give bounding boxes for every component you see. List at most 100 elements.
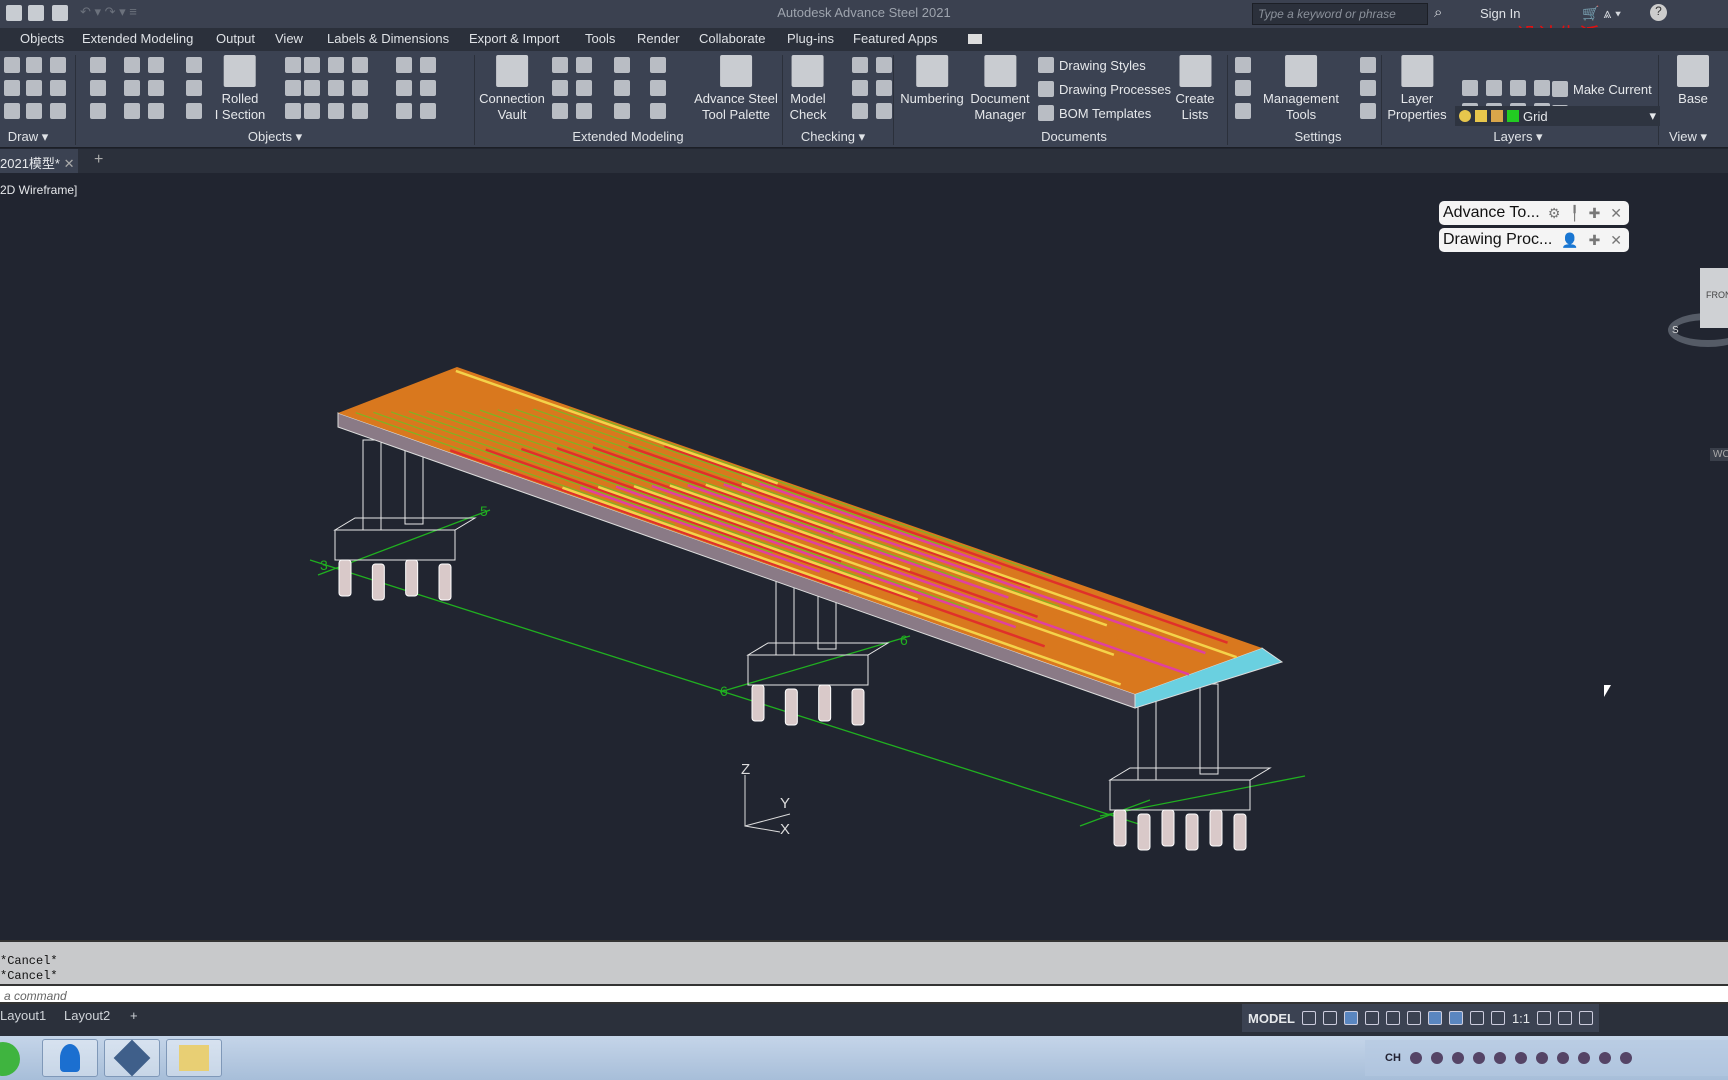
tool-icon[interactable] [50, 103, 66, 119]
tool-icon[interactable] [576, 80, 592, 96]
tab-labels-dimensions[interactable]: Labels & Dimensions [327, 31, 449, 46]
document-manager-button[interactable]: Document Manager [970, 55, 1030, 123]
tool-icon[interactable] [148, 103, 164, 119]
tool-icon[interactable] [148, 57, 164, 73]
tool-icon[interactable] [852, 80, 868, 96]
wcs-menu[interactable]: WC [1710, 448, 1728, 461]
help-icon[interactable]: ? [1650, 4, 1667, 21]
network-icon[interactable] [1619, 1052, 1632, 1064]
tool-icon[interactable] [90, 80, 106, 96]
tab-layout2[interactable]: Layout2 [64, 1008, 110, 1023]
model-check-button[interactable]: Model Check [790, 55, 826, 123]
tool-icon[interactable] [186, 57, 202, 73]
panel-label[interactable]: Objects ▾ [248, 129, 302, 145]
tool-icon[interactable] [285, 80, 301, 96]
start-button[interactable] [0, 1042, 20, 1076]
new-tab-button[interactable]: + [94, 151, 103, 169]
model-space-button[interactable]: MODEL [1248, 1011, 1295, 1026]
tool-icon[interactable] [396, 80, 412, 96]
tool-icon[interactable] [614, 57, 630, 73]
annotation-scale-icon[interactable] [1490, 1011, 1505, 1025]
panel-label[interactable]: Settings [1295, 129, 1342, 144]
qq-icon[interactable] [1535, 1052, 1548, 1064]
isodraft-icon[interactable] [1385, 1011, 1400, 1025]
taskbar-file-explorer[interactable] [166, 1039, 222, 1077]
visual-style-label[interactable]: 2D Wireframe] [0, 183, 77, 197]
drawing-viewport[interactable]: 5 3 6 6 Z YX 2D Wireframe] Advance To... ⚙ ╿ ✚… [0, 173, 1728, 940]
tool-icon[interactable] [396, 103, 412, 119]
help-tray-icon[interactable] [1451, 1052, 1464, 1064]
volume-icon[interactable] [1598, 1052, 1611, 1064]
auto-scale-icon[interactable] [1469, 1011, 1484, 1025]
command-input[interactable]: a command [0, 984, 1728, 1004]
tab-render[interactable]: Render [637, 31, 680, 46]
panel-label[interactable]: Documents [1041, 129, 1107, 144]
tool-icon[interactable] [186, 80, 202, 96]
tool-icon[interactable] [328, 80, 344, 96]
search-input[interactable]: Type a keyword or phrase [1252, 3, 1428, 25]
tab-tools[interactable]: Tools [585, 31, 615, 46]
tool-icon[interactable] [650, 80, 666, 96]
tray-icon[interactable] [1577, 1052, 1590, 1064]
tool-icon[interactable] [352, 57, 368, 73]
management-tools-button[interactable]: Management Tools [1263, 55, 1339, 123]
tab-layout1[interactable]: Layout1 [0, 1008, 46, 1023]
grid-toggle-icon[interactable] [1301, 1011, 1316, 1025]
tool-icon[interactable] [1510, 80, 1526, 96]
make-current-button[interactable]: Make Current [1552, 81, 1652, 97]
numbering-button[interactable]: Numbering [900, 55, 964, 107]
snap-toggle-icon[interactable] [1322, 1011, 1337, 1025]
tool-icon[interactable] [304, 103, 320, 119]
tool-icon[interactable] [1360, 57, 1376, 73]
tool-icon[interactable] [1360, 80, 1376, 96]
tool-icon[interactable] [148, 80, 164, 96]
advance-steel-tool-palette-button[interactable]: Advance Steel Tool Palette [694, 55, 778, 123]
tab-collaborate[interactable]: Collaborate [699, 31, 766, 46]
tray-icon[interactable] [1472, 1052, 1485, 1064]
tool-icon[interactable] [1486, 80, 1502, 96]
input-language-icon[interactable]: CH [1385, 1052, 1401, 1064]
tool-icon[interactable] [650, 57, 666, 73]
palette-drawing-processes[interactable]: Drawing Proc... 👤 ✚ ✕ [1439, 228, 1629, 252]
layer-dropdown[interactable]: Grid ▾ [1455, 106, 1660, 126]
tool-icon[interactable] [328, 57, 344, 73]
base-button[interactable]: Base [1677, 55, 1709, 107]
polar-toggle-icon[interactable] [1364, 1011, 1379, 1025]
selection-cycling-icon[interactable] [1427, 1011, 1442, 1025]
tool-icon[interactable] [420, 103, 436, 119]
tab-featured-apps[interactable]: Featured Apps [853, 31, 938, 46]
tray-icon[interactable] [1430, 1052, 1443, 1064]
layer-properties-button[interactable]: Layer Properties [1387, 55, 1447, 123]
tool-icon[interactable] [1462, 80, 1478, 96]
annotation-scale[interactable]: 1:1 [1512, 1011, 1530, 1026]
tool-icon[interactable] [4, 57, 20, 73]
taskbar-app[interactable] [104, 1039, 160, 1077]
tool-icon[interactable] [576, 103, 592, 119]
tool-icon[interactable] [285, 57, 301, 73]
tab-document[interactable]: 2021模型* ✕ [0, 149, 78, 173]
tool-icon[interactable] [1235, 80, 1251, 96]
tool-icon[interactable] [50, 80, 66, 96]
tool-icon[interactable] [1235, 57, 1251, 73]
tool-icon[interactable] [26, 103, 42, 119]
tool-icon[interactable] [124, 80, 140, 96]
object-snap-icon[interactable] [1406, 1011, 1421, 1025]
qq-icon[interactable] [1514, 1052, 1527, 1064]
tool-icon[interactable] [876, 103, 892, 119]
tool-icon[interactable] [352, 103, 368, 119]
tool-icon[interactable] [1360, 103, 1376, 119]
search-icon[interactable]: ⌕ [1434, 4, 1442, 21]
tool-icon[interactable] [614, 80, 630, 96]
tab-objects[interactable]: Objects [20, 31, 64, 46]
tab-view[interactable]: View [275, 31, 303, 46]
ortho-toggle-icon[interactable] [1343, 1011, 1358, 1025]
palette-icons[interactable]: 👤 ✚ ✕ [1561, 232, 1625, 249]
palette-advance-tools[interactable]: Advance To... ⚙ ╿ ✚ ✕ [1439, 201, 1629, 225]
tray-icon[interactable] [1556, 1052, 1569, 1064]
panel-label[interactable]: Draw ▾ [8, 129, 48, 145]
tool-icon[interactable] [1235, 103, 1251, 119]
tool-icon[interactable] [26, 80, 42, 96]
panel-label[interactable]: Extended Modeling [572, 129, 683, 144]
add-layout-button[interactable]: + [130, 1008, 138, 1023]
tool-icon[interactable] [576, 57, 592, 73]
